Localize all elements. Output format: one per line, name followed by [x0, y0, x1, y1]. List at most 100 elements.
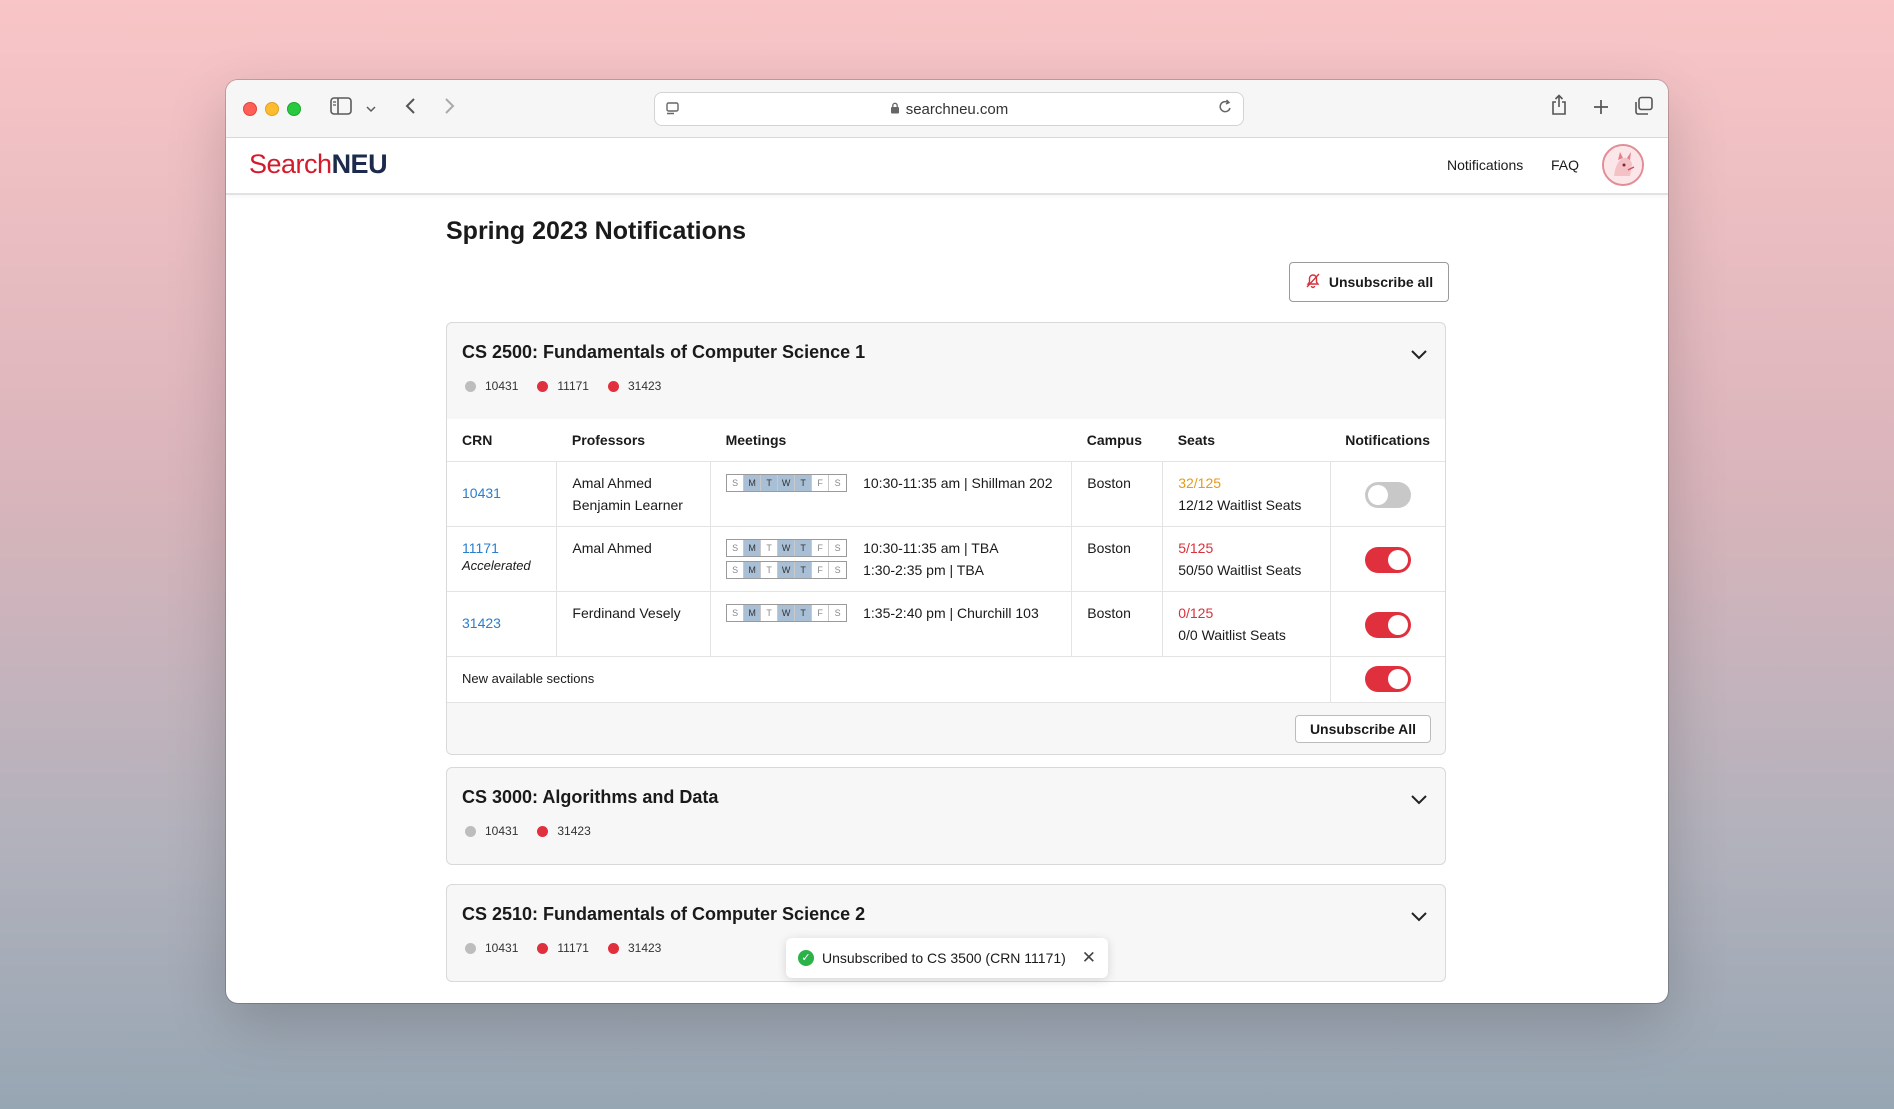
campus: Boston: [1071, 525, 1163, 591]
meeting-row: SMTWTFS 10:30-11:35 am | TBA: [726, 537, 1056, 559]
notify-toggle[interactable]: [1364, 546, 1411, 573]
toast-notification: ✓ Unsubscribed to CS 3500 (CRN 11171) ✕: [786, 938, 1108, 978]
campus: Boston: [1071, 590, 1163, 656]
course-title: CS 3000: Algorithms and Data: [462, 787, 719, 807]
course-title: CS 2510: Fundamentals of Computer Scienc…: [462, 904, 866, 924]
waitlist-seats: 12/12 Waitlist Seats: [1178, 496, 1302, 513]
searchneu-logo[interactable]: SearchNEU: [249, 149, 388, 180]
notify-toggle[interactable]: [1364, 611, 1411, 638]
seats-count: 32/125: [1178, 474, 1222, 491]
zoom-window-button[interactable]: [287, 102, 301, 116]
unsubscribe-all-button[interactable]: Unsubscribe all: [1289, 262, 1449, 302]
close-icon[interactable]: ✕: [1082, 948, 1096, 968]
section-pill[interactable]: 11171: [534, 377, 597, 395]
pill-crn: 31423: [627, 941, 662, 955]
reload-icon[interactable]: [1217, 98, 1233, 121]
tabs-overview-icon[interactable]: [1634, 96, 1654, 123]
status-dot: [537, 825, 549, 837]
site-header: SearchNEU Notifications FAQ: [226, 138, 1668, 195]
status-dot: [607, 380, 619, 392]
meeting-time: 10:30-11:35 am | TBA: [863, 539, 999, 556]
crn-link[interactable]: 11171: [462, 537, 541, 559]
unsubscribe-course-button[interactable]: Unsubscribe All: [1294, 714, 1431, 743]
section-pill[interactable]: 31423: [605, 377, 669, 395]
col-professors-header: Professors: [556, 419, 711, 461]
meeting-row: SMTWTFS 10:30-11:35 am | Shillman 202: [726, 472, 1056, 494]
reader-icon[interactable]: [665, 100, 681, 120]
section-pill[interactable]: 10431: [462, 939, 526, 957]
weekday-grid: SMTWTFS: [726, 538, 848, 557]
professor-name: Amal Ahmed: [572, 474, 652, 491]
col-meetings-header: Meetings: [710, 419, 1072, 461]
waitlist-seats: 50/50 Waitlist Seats: [1178, 561, 1302, 578]
meeting-row: SMTWTFS 1:30-2:35 pm | TBA: [726, 559, 1056, 581]
browser-window: searchneu.com SearchNEU Notifications FA…: [226, 80, 1668, 1003]
table-header-row: CRN Professors Meetings Campus Seats Not…: [447, 419, 1445, 461]
crn-link[interactable]: 10431: [462, 482, 541, 504]
pill-crn: 10431: [485, 379, 519, 393]
col-crn-header: CRN: [447, 419, 557, 461]
avatar[interactable]: [1602, 144, 1644, 186]
logo-search-text: Search: [249, 149, 332, 179]
section-tag: Accelerated: [462, 557, 531, 573]
section-pill[interactable]: 11171: [534, 939, 597, 957]
unsubscribe-all-label: Unsubscribe all: [1328, 274, 1434, 290]
pill-crn: 10431: [485, 824, 519, 838]
window-controls: [243, 102, 301, 116]
sidebar-icon[interactable]: [330, 96, 352, 122]
meeting-time: 1:35-2:40 pm | Churchill 103: [863, 604, 1039, 621]
course-card-header[interactable]: CS 3000: Algorithms and Data 10431 31423: [447, 768, 1445, 864]
sections-table: CRN Professors Meetings Campus Seats Not…: [447, 419, 1445, 702]
check-circle-icon: ✓: [798, 950, 814, 966]
course-card: CS 3000: Algorithms and Data 10431 31423: [446, 767, 1446, 865]
new-sections-label: New available sections: [447, 655, 1331, 702]
course-card-header[interactable]: CS 2500: Fundamentals of Computer Scienc…: [447, 323, 1445, 419]
chevron-down-icon[interactable]: [1407, 788, 1431, 812]
back-icon[interactable]: [404, 96, 416, 122]
table-row: 11171 Accelerated Amal Ahmed SMTWTFS 10:…: [447, 525, 1445, 591]
professor-name: Ferdinand Vesely: [572, 604, 681, 621]
pill-crn: 11171: [557, 379, 589, 393]
url-text: searchneu.com: [905, 100, 1009, 118]
chevron-up-down-icon[interactable]: [1407, 343, 1431, 367]
section-pill[interactable]: 10431: [462, 822, 526, 840]
table-row: 31423 Ferdinand Vesely SMTWTFS 1:35-2:40…: [447, 590, 1445, 656]
status-dot: [607, 942, 619, 954]
status-dot: [465, 380, 476, 392]
pill-crn: 31423: [557, 824, 591, 838]
chevron-down-icon[interactable]: [1407, 905, 1431, 929]
section-pills: 10431 11171 31423: [462, 939, 669, 957]
lock-icon: [890, 102, 900, 117]
pill-crn: 31423: [627, 379, 662, 393]
chevron-down-icon[interactable]: [366, 96, 376, 122]
close-window-button[interactable]: [243, 102, 257, 116]
professor-name: Benjamin Learner: [572, 496, 683, 513]
notify-toggle[interactable]: [1364, 481, 1411, 508]
meeting-time: 1:30-2:35 pm | TBA: [863, 561, 984, 578]
section-pill[interactable]: 31423: [605, 939, 669, 957]
nav-notifications-link[interactable]: Notifications: [1447, 157, 1523, 173]
col-notifications-header: Notifications: [1330, 419, 1445, 461]
course-card-footer: Unsubscribe All: [447, 701, 1445, 754]
col-campus-header: Campus: [1071, 419, 1163, 461]
share-icon[interactable]: [1550, 94, 1568, 123]
course-title: CS 2500: Fundamentals of Computer Scienc…: [462, 342, 866, 362]
new-sections-toggle[interactable]: [1364, 665, 1411, 692]
seats-count: 0/125: [1178, 604, 1214, 621]
address-bar[interactable]: searchneu.com: [654, 92, 1244, 126]
toast-message: Unsubscribed to CS 3500 (CRN 11171): [822, 950, 1066, 966]
crn-link[interactable]: 31423: [462, 612, 541, 634]
section-pill[interactable]: 31423: [534, 822, 598, 840]
minimize-window-button[interactable]: [265, 102, 279, 116]
nav-faq-link[interactable]: FAQ: [1551, 157, 1579, 173]
weekday-grid: SMTWTFS: [726, 473, 848, 492]
course-card: CS 2500: Fundamentals of Computer Scienc…: [446, 322, 1446, 755]
section-pill[interactable]: 10431: [462, 377, 526, 395]
logo-neu-text: NEU: [331, 149, 388, 179]
pill-crn: 11171: [557, 941, 589, 955]
forward-icon[interactable]: [444, 96, 456, 122]
seats-count: 5/125: [1178, 539, 1214, 556]
new-tab-icon[interactable]: [1593, 96, 1609, 122]
professor-name: Amal Ahmed: [572, 539, 652, 556]
bell-off-icon: [1305, 272, 1321, 292]
